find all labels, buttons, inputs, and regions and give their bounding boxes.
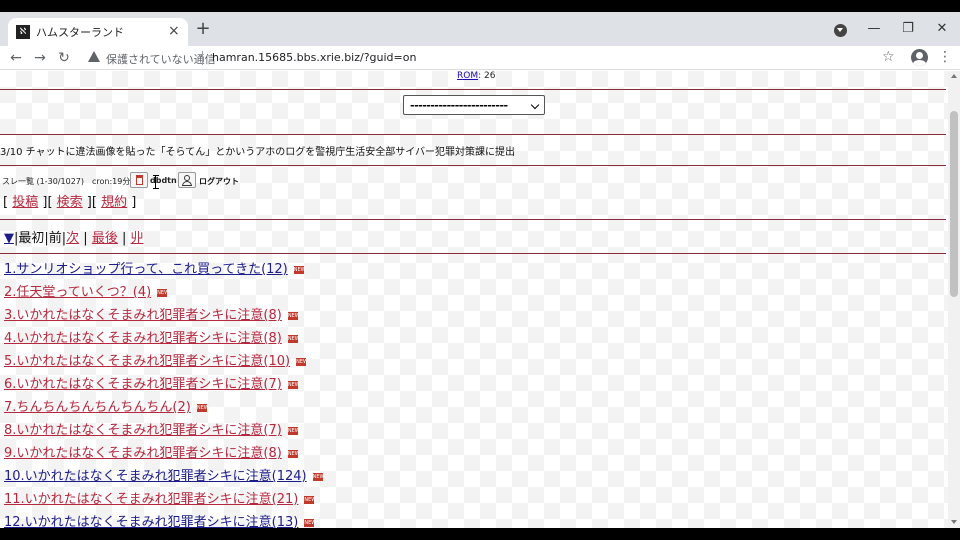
- thread-item: 9.いかれたはなくそまみれ犯罪者シキに注意(8) NEW: [4, 445, 944, 468]
- new-badge-icon: NEW: [304, 518, 317, 527]
- new-badge-icon: NEW: [287, 449, 300, 458]
- divider-line: [0, 219, 946, 220]
- thread-list: 1.サンリオショップ行って、これ買ってきた(12) NEW 2.任天堂っていくつ？…: [4, 261, 944, 528]
- thread-link[interactable]: 7.ちんちんちんちんちんちん(2): [4, 400, 191, 415]
- new-badge-icon: NEW: [304, 495, 317, 504]
- user-name[interactable]: dbdtn: [150, 176, 177, 185]
- new-badge-icon: NEW: [287, 334, 300, 343]
- divider-line: [0, 89, 946, 90]
- thread-link[interactable]: 5.いかれたはなくそまみれ犯罪者シキに注意(10): [4, 354, 290, 369]
- new-badge-icon: NEW: [287, 311, 300, 320]
- new-badge-icon: NEW: [287, 426, 300, 435]
- scrollbar-thumb[interactable]: [950, 111, 958, 297]
- pager-last-link[interactable]: 最後: [92, 231, 118, 246]
- reload-icon[interactable]: ↻: [54, 48, 74, 68]
- thread-item: 2.任天堂っていくつ？(4) NEW: [4, 284, 944, 307]
- address-separator: [202, 51, 203, 65]
- board-select-dropdown[interactable]: ------------------------: [403, 95, 545, 115]
- thread-link[interactable]: 4.いかれたはなくそまみれ犯罪者シキに注意(8): [4, 331, 282, 346]
- action-links: [ 投稿 ][ 検索 ][ 規約 ]: [3, 191, 136, 210]
- thread-item: 10.いかれたはなくそまみれ犯罪者シキに注意(124) NEW: [4, 468, 944, 491]
- browser-tab[interactable]: ℵ ハムスターランド ×: [8, 18, 188, 46]
- bracket-text: ][: [38, 195, 57, 210]
- thread-item: 5.いかれたはなくそまみれ犯罪者シキに注意(10) NEW: [4, 353, 944, 376]
- thread-link[interactable]: 9.いかれたはなくそまみれ犯罪者シキに注意(8): [4, 446, 282, 461]
- post-link[interactable]: 投稿: [12, 195, 38, 210]
- thread-link[interactable]: 3.いかれたはなくそまみれ犯罪者シキに注意(8): [4, 308, 282, 323]
- not-secure-warning-icon[interactable]: [88, 51, 100, 62]
- logout-link[interactable]: ログアウト: [199, 176, 239, 187]
- site-favicon-icon: ℵ: [16, 25, 30, 39]
- browser-toolbar: ← → ↻ 保護されていない通信 hamran.15685.bbs.xrie.b…: [0, 46, 960, 70]
- browser-window: ℵ ハムスターランド × + — ❐ ✕ ← → ↻ 保護されていない通信 ha…: [0, 12, 960, 528]
- thread-count-text: スレ一覧 (1-30/1027) cron:19分: [2, 177, 131, 186]
- thread-item: 11.いかれたはなくそまみれ犯罪者シキに注意(21) NEW: [4, 491, 944, 514]
- text-cursor-icon: [153, 175, 160, 189]
- divider-line: [0, 134, 946, 135]
- bracket-text: [: [3, 195, 13, 210]
- bookmark-star-icon[interactable]: ☆: [882, 49, 895, 65]
- thread-item: 1.サンリオショップ行って、これ買ってきた(12) NEW: [4, 261, 944, 284]
- tab-title: ハムスターランド: [36, 26, 124, 39]
- thread-link[interactable]: 10.いかれたはなくそまみれ犯罪者シキに注意(124): [4, 469, 307, 484]
- url-text[interactable]: hamran.15685.bbs.xrie.biz/?guid=on: [212, 51, 416, 64]
- scroll-down-icon[interactable]: [951, 520, 957, 524]
- browser-menu-icon[interactable]: ⋮: [938, 48, 952, 66]
- bracket-text: ]: [127, 195, 137, 210]
- pager: ▼|最初|前|次 | 最後 | 丱: [4, 227, 144, 246]
- rom-count: : 26: [478, 71, 496, 81]
- thread-link[interactable]: 6.いかれたはなくそまみれ犯罪者シキに注意(7): [4, 377, 282, 392]
- thread-link[interactable]: 11.いかれたはなくそまみれ犯罪者シキに注意(21): [4, 492, 298, 507]
- maximize-icon[interactable]: ❐: [893, 18, 923, 40]
- scroll-up-icon[interactable]: [951, 74, 957, 78]
- tab-search-icon[interactable]: [834, 24, 847, 37]
- page-scrollbar[interactable]: [948, 71, 960, 528]
- pager-next-link[interactable]: 次: [66, 231, 79, 246]
- thread-link[interactable]: 1.サンリオショップ行って、これ買ってきた(12): [4, 262, 288, 277]
- thread-item: 4.いかれたはなくそまみれ犯罪者シキに注意(8) NEW: [4, 330, 944, 353]
- new-badge-icon: NEW: [196, 403, 209, 412]
- scroll-down-arrow-icon[interactable]: ▼: [4, 231, 14, 246]
- thread-item: 12.いかれたはなくそまみれ犯罪者シキに注意(13) NEW: [4, 514, 944, 528]
- security-status-text[interactable]: 保護されていない通信: [106, 51, 216, 67]
- divider-line: [0, 165, 946, 166]
- new-badge-icon: NEW: [157, 288, 170, 297]
- pager-mark-link[interactable]: 丱: [130, 231, 143, 246]
- new-badge-icon: NEW: [312, 472, 325, 481]
- forward-icon[interactable]: →: [30, 48, 50, 68]
- minimize-icon[interactable]: —: [859, 18, 889, 40]
- chevron-down-icon: [530, 100, 540, 110]
- thread-link[interactable]: 2.任天堂っていくつ？(4): [4, 285, 151, 300]
- search-link[interactable]: 検索: [57, 195, 83, 210]
- thread-link[interactable]: 8.いかれたはなくそまみれ犯罪者シキに注意(7): [4, 423, 282, 438]
- rules-link[interactable]: 規約: [101, 195, 127, 210]
- rom-link[interactable]: ROM: [457, 71, 478, 81]
- notice-text: 3/10 チャットに違法画像を貼った「そらてん」とかいうアホのログを警視庁生活安…: [0, 147, 516, 158]
- back-icon[interactable]: ←: [6, 48, 26, 68]
- page-content: ROM: 26 ------------------------ 3/10 チャ…: [0, 71, 948, 528]
- pager-separator: |: [79, 231, 92, 246]
- window-close-icon[interactable]: ✕: [927, 18, 957, 40]
- new-badge-icon: NEW: [296, 357, 308, 366]
- user-book-icon[interactable]: [130, 172, 148, 188]
- pager-first-prev: |最初|前|: [14, 231, 67, 246]
- new-badge-icon: NEW: [293, 265, 306, 274]
- profile-avatar-icon[interactable]: [911, 49, 928, 66]
- address-bar[interactable]: 保護されていない通信 hamran.15685.bbs.xrie.biz/?gu…: [84, 47, 904, 69]
- rom-counter: ROM: 26: [457, 71, 495, 81]
- user-profile-icon[interactable]: [178, 172, 196, 188]
- thread-item: 8.いかれたはなくそまみれ犯罪者シキに注意(7) NEW: [4, 422, 944, 445]
- pager-separator: |: [117, 231, 131, 246]
- new-tab-icon[interactable]: +: [194, 18, 212, 40]
- select-value: ------------------------: [410, 99, 508, 112]
- thread-item: 3.いかれたはなくそまみれ犯罪者シキに注意(8) NEW: [4, 307, 944, 330]
- new-badge-icon: NEW: [287, 380, 300, 389]
- tab-strip: ℵ ハムスターランド × + — ❐ ✕: [0, 12, 960, 46]
- thread-item: 7.ちんちんちんちんちんちん(2) NEW: [4, 399, 944, 422]
- thread-link[interactable]: 12.いかれたはなくそまみれ犯罪者シキに注意(13): [4, 515, 298, 528]
- thread-item: 6.いかれたはなくそまみれ犯罪者シキに注意(7) NEW: [4, 376, 944, 399]
- bracket-text: ][: [82, 195, 102, 210]
- close-tab-icon[interactable]: ×: [168, 23, 180, 39]
- divider-line: [0, 253, 946, 254]
